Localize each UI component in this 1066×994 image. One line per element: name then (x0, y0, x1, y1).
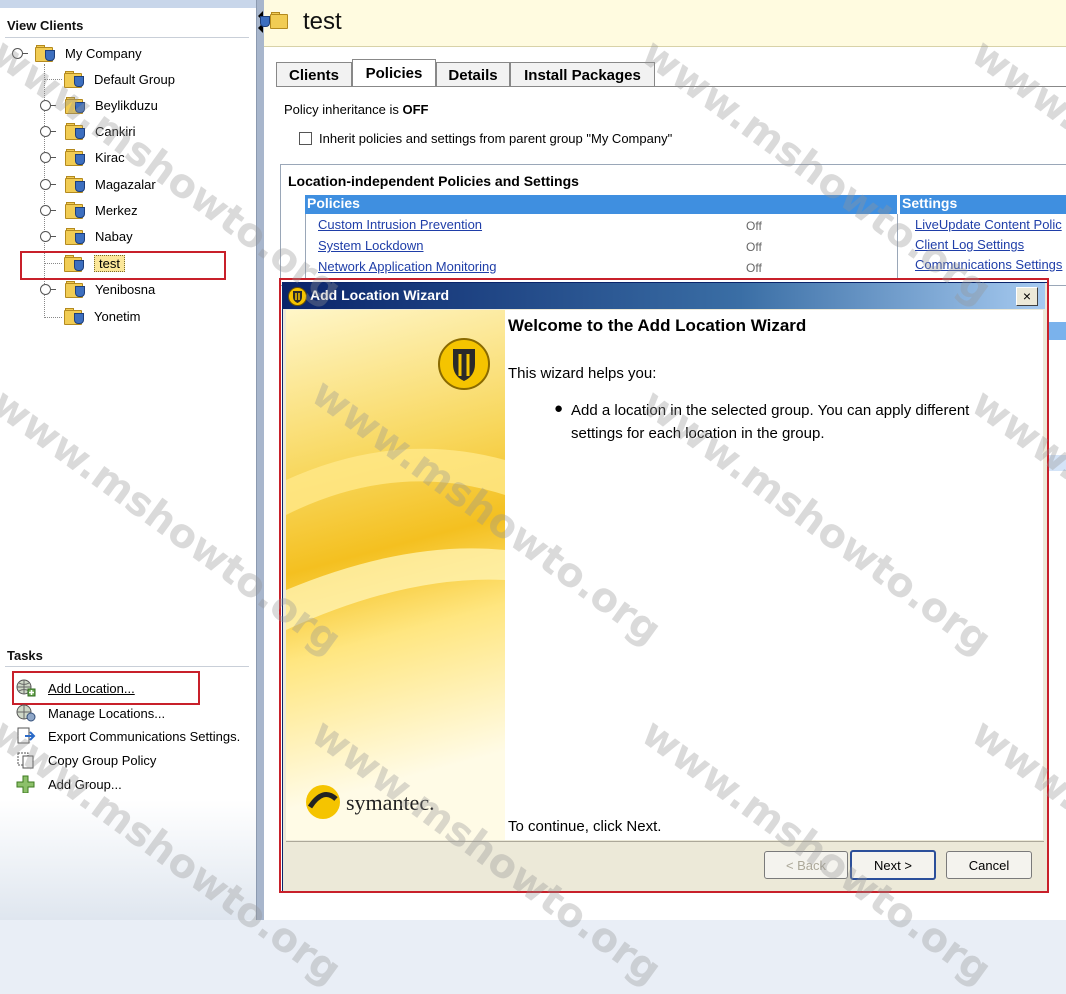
divider (5, 37, 249, 38)
task-label: Manage Locations... (48, 705, 166, 721)
highlight-box (20, 251, 226, 280)
tree-item-label: Yenibosna (95, 281, 156, 297)
task-copy-group-policy[interactable]: Copy Group Policy (16, 749, 156, 771)
left-panel-shade (0, 800, 256, 920)
group-folder-icon (35, 45, 55, 62)
task-add-group[interactable]: Add Group... (16, 773, 122, 795)
policies-column-header: Policies (305, 195, 897, 214)
tree-item-label: My Company (65, 45, 142, 61)
inherit-checkbox-label: Inherit policies and settings from paren… (319, 131, 673, 146)
group-folder-icon (65, 149, 85, 166)
tree-expander[interactable] (12, 47, 28, 59)
page-title: test (303, 8, 342, 35)
copy-icon (16, 751, 36, 769)
policy-state: Off (746, 240, 762, 254)
view-clients-title: View Clients (7, 18, 84, 33)
task-label: Copy Group Policy (48, 752, 157, 768)
tree-expander[interactable] (40, 230, 56, 242)
tab-underline (276, 86, 1066, 87)
policy-link-custom-intrusion-prevention[interactable]: Custom Intrusion Prevention (318, 217, 482, 232)
background-header-fragment (1048, 322, 1066, 340)
highlight-box (12, 671, 200, 705)
tree-item-yonetim[interactable]: Yonetim (64, 305, 141, 327)
background-row-fragment (1048, 455, 1066, 471)
tree-item-my-company[interactable]: My Company (12, 42, 142, 64)
globe-gear-icon (16, 704, 36, 722)
settings-column-header: Settings (900, 195, 1066, 214)
task-export-communications-settings[interactable]: Export Communications Settings. (16, 725, 240, 747)
tree-expander[interactable] (40, 99, 56, 111)
export-icon (16, 727, 36, 745)
policy-inheritance-status: Policy inheritance is OFF (284, 102, 429, 117)
policy-state: Off (746, 261, 762, 275)
tree-item-nabay[interactable]: Nabay (40, 225, 133, 247)
policy-link-system-lockdown[interactable]: System Lockdown (318, 238, 424, 253)
tree-item-label: Yonetim (94, 308, 141, 324)
tree-item-kirac[interactable]: Kirac (40, 146, 125, 168)
settings-link-liveupdate-content-policy[interactable]: LiveUpdate Content Polic (915, 217, 1062, 232)
tab-clients[interactable]: Clients (276, 62, 352, 87)
tree-item-label: Default Group (94, 71, 175, 87)
tree-item-label: Beylikduzu (95, 97, 158, 113)
tree-item-default-group[interactable]: Default Group (64, 68, 175, 90)
tree-item-label: Nabay (95, 228, 133, 244)
divider (5, 666, 249, 667)
task-label: Export Communications Settings. (48, 728, 241, 744)
plus-icon (16, 775, 36, 794)
group-folder-icon (65, 97, 85, 114)
group-folder-icon (65, 202, 85, 219)
tree-item-label: Magazalar (95, 176, 156, 192)
tree-item-label: Kirac (95, 149, 125, 165)
tree-expander[interactable] (40, 204, 56, 216)
inheritance-label: Policy inheritance is (284, 102, 403, 117)
tree-item-merkez[interactable]: Merkez (40, 199, 138, 221)
task-label: Add Group... (48, 776, 122, 792)
group-header (264, 0, 1066, 47)
tree-item-beylikduzu[interactable]: Beylikduzu (40, 94, 158, 116)
settings-link-communications-settings[interactable]: Communications Settings (915, 257, 1062, 272)
group-folder-icon (65, 123, 85, 140)
tree-expander[interactable] (40, 151, 56, 163)
inheritance-state: OFF (402, 102, 429, 117)
policy-link-network-application-monitoring[interactable]: Network Application Monitoring (318, 259, 496, 274)
section-title: Location-independent Policies and Settin… (288, 173, 579, 189)
tree-item-label: Cankiri (95, 123, 136, 139)
tree-item-label: Merkez (95, 202, 138, 218)
tab-policies[interactable]: Policies (352, 59, 436, 87)
tree-item-magazalar[interactable]: Magazalar (40, 173, 156, 195)
tree-line (45, 317, 62, 318)
inherit-checkbox[interactable] (299, 132, 312, 145)
highlight-box (279, 278, 1049, 893)
task-manage-locations[interactable]: Manage Locations... (16, 702, 165, 724)
settings-link-client-log-settings[interactable]: Client Log Settings (915, 237, 1024, 252)
left-panel-top-strip (0, 0, 256, 8)
group-folder-icon (65, 228, 85, 245)
inherit-policies-option[interactable]: Inherit policies and settings from paren… (299, 131, 672, 146)
group-folder-icon (65, 281, 85, 298)
tree-item-cankiri[interactable]: Cankiri (40, 120, 135, 142)
tree-expander[interactable] (40, 125, 56, 137)
tab-install-packages[interactable]: Install Packages (510, 62, 655, 87)
group-folder-icon (65, 176, 85, 193)
tree-line (45, 79, 62, 80)
tree-expander[interactable] (40, 283, 56, 295)
group-folder-icon (64, 308, 84, 325)
tree-expander[interactable] (40, 178, 56, 190)
group-folder-icon (64, 71, 84, 88)
tasks-title: Tasks (7, 648, 43, 663)
tab-details[interactable]: Details (436, 62, 510, 87)
policy-state: Off (746, 219, 762, 233)
tree-item-yenibosna[interactable]: Yenibosna (40, 278, 155, 300)
